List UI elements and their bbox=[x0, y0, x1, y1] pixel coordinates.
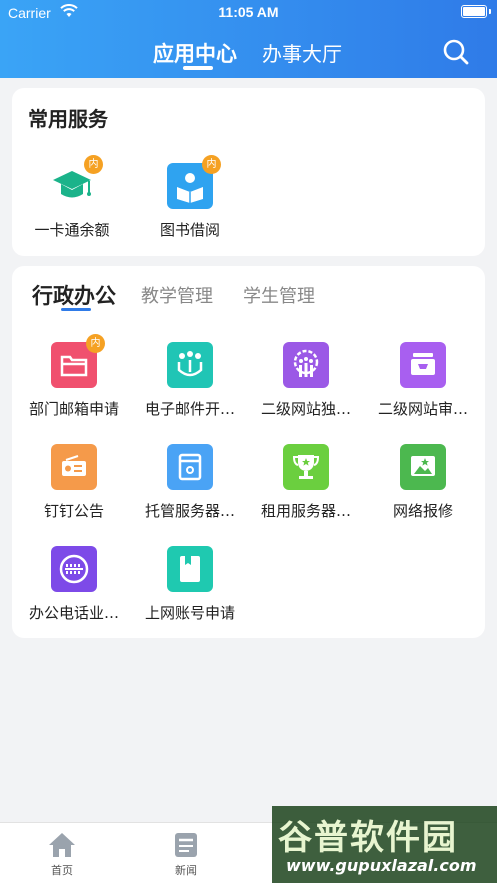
tab-student[interactable]: 学生管理 bbox=[243, 282, 315, 308]
watermark-overlay: 谷普软件园 www.gupuxlazal.com bbox=[272, 806, 497, 883]
graduation-cap-icon: 内 bbox=[49, 155, 103, 209]
office-tabs: 行政办公 教学管理 学生管理 bbox=[12, 266, 485, 316]
app-hosted-server[interactable]: 托管服务器… bbox=[130, 444, 250, 521]
app-label: 钉钉公告 bbox=[43, 502, 104, 520]
badge-internal: 内 bbox=[202, 155, 221, 174]
app-header: Carrier 11:05 AM 应用中心 办事大厅 bbox=[0, 0, 497, 78]
tab-news[interactable]: 新闻 bbox=[146, 831, 226, 878]
app-rent-server[interactable]: 租用服务器… bbox=[246, 444, 366, 521]
header-tabs: 应用中心 办事大厅 bbox=[0, 36, 497, 72]
app-dept-mailbox[interactable]: 内 部门邮箱申请 bbox=[14, 334, 134, 419]
trophy-icon bbox=[283, 444, 329, 490]
watermark-url-text: www.gupuxlazal.com bbox=[286, 856, 477, 875]
tab-news-label: 新闻 bbox=[175, 864, 197, 877]
service-library[interactable]: 内 图书借阅 bbox=[130, 155, 250, 240]
battery-tip bbox=[489, 9, 491, 14]
gear-people-icon bbox=[283, 342, 329, 388]
app-network-account[interactable]: 上网账号申请 bbox=[130, 546, 250, 623]
app-label: 上网账号申请 bbox=[144, 604, 235, 622]
app-site-independent[interactable]: 二级网站独… bbox=[246, 342, 366, 419]
service-label: 一卡通余额 bbox=[34, 221, 110, 239]
tab-home[interactable]: 首页 bbox=[22, 831, 102, 878]
app-site-review[interactable]: 二级网站审… bbox=[363, 342, 483, 419]
battery-icon bbox=[461, 5, 487, 18]
app-dingtalk-notice[interactable]: 钉钉公告 bbox=[14, 444, 134, 521]
sub-tab-indicator bbox=[61, 308, 91, 311]
inbox-icon bbox=[400, 342, 446, 388]
tab-home-label: 首页 bbox=[51, 864, 73, 877]
tab-app-center[interactable]: 应用中心 bbox=[153, 38, 237, 68]
tab-teaching[interactable]: 教学管理 bbox=[141, 282, 213, 308]
app-label: 部门邮箱申请 bbox=[28, 400, 119, 418]
app-label: 网络报修 bbox=[392, 502, 453, 520]
app-email-open[interactable]: 电子邮件开… bbox=[130, 342, 250, 419]
app-label: 托管服务器… bbox=[144, 502, 235, 520]
common-services-title: 常用服务 bbox=[28, 107, 108, 131]
status-bar: Carrier 11:05 AM bbox=[0, 0, 497, 26]
search-icon[interactable] bbox=[440, 36, 472, 68]
badge-internal: 内 bbox=[84, 155, 103, 174]
phone-icon bbox=[51, 546, 97, 592]
app-label: 二级网站独… bbox=[260, 400, 351, 418]
app-office-phone[interactable]: 办公电话业… bbox=[14, 546, 134, 623]
app-network-repair[interactable]: 网络报修 bbox=[363, 444, 483, 521]
home-icon bbox=[47, 831, 77, 859]
badge-internal: 内 bbox=[86, 334, 105, 353]
app-label: 电子邮件开… bbox=[144, 400, 235, 418]
radio-icon bbox=[51, 444, 97, 490]
app-label: 二级网站审… bbox=[377, 400, 468, 418]
app-label: 租用服务器… bbox=[260, 502, 351, 520]
account-book-icon bbox=[167, 546, 213, 592]
status-time: 11:05 AM bbox=[218, 4, 279, 20]
server-icon bbox=[167, 444, 213, 490]
people-icon bbox=[167, 342, 213, 388]
book-reader-icon: 内 bbox=[167, 155, 221, 209]
service-label: 图书借阅 bbox=[159, 221, 220, 239]
tab-service-hall[interactable]: 办事大厅 bbox=[262, 38, 342, 67]
folder-icon: 内 bbox=[51, 334, 105, 388]
common-services-card: 常用服务 内 一卡通余额 内 图书借阅 bbox=[12, 88, 485, 256]
tab-active-indicator bbox=[183, 66, 213, 70]
news-icon bbox=[171, 831, 201, 859]
watermark-main-text: 谷普软件园 bbox=[278, 818, 458, 858]
repair-icon bbox=[400, 444, 446, 490]
office-card: 行政办公 教学管理 学生管理 内 部门邮箱申请 电子邮件开… 二级网站独… 二级… bbox=[12, 266, 485, 638]
tab-admin-office[interactable]: 行政办公 bbox=[32, 280, 116, 310]
app-label: 办公电话业… bbox=[28, 604, 119, 622]
service-card-balance[interactable]: 内 一卡通余额 bbox=[12, 155, 132, 240]
